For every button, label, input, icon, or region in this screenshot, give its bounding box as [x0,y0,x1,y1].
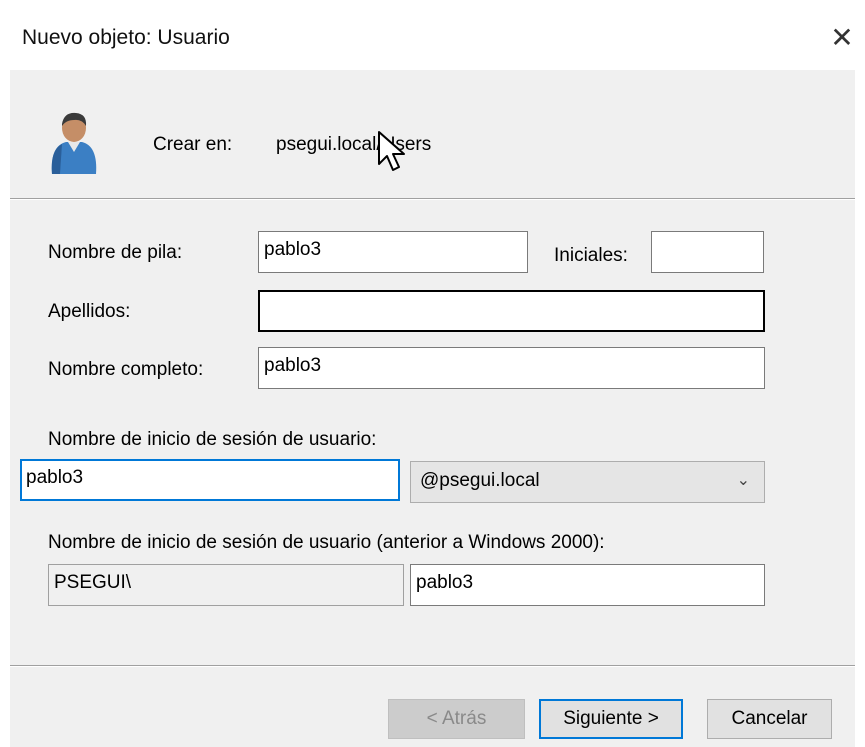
domain-select[interactable]: @psegui.local ⌄ [410,461,765,503]
logon-name-field[interactable]: pablo3 [20,459,400,501]
close-icon[interactable]: ✕ [826,22,858,54]
domain-select-value: @psegui.local [420,470,540,491]
divider [10,198,855,200]
create-in-label: Crear en: [153,134,233,155]
mouse-cursor-icon [378,131,405,171]
pre2000-domain-field: PSEGUI\ [48,564,404,606]
first-name-label: Nombre de pila: [48,242,183,263]
initials-label: Iniciales: [554,245,628,266]
create-in-path: psegui.local/Users [276,134,432,155]
pre2000-label: Nombre de inicio de sesión de usuario (a… [48,532,605,553]
chevron-down-icon: ⌄ [736,472,750,489]
first-name-field[interactable]: pablo3 [258,231,528,273]
title-bar: Nuevo objeto: Usuario ✕ [0,0,865,70]
window-title: Nuevo objeto: Usuario [22,26,230,49]
logon-name-label: Nombre de inicio de sesión de usuario: [48,429,377,450]
pre2000-name-field[interactable]: pablo3 [410,564,765,606]
next-button[interactable]: Siguiente > [539,699,683,739]
cancel-button[interactable]: Cancelar [707,699,832,739]
back-button[interactable]: < Atrás [388,699,525,739]
dialog-body: Crear en: psegui.local/Users Nombre de p… [10,70,855,747]
divider [10,665,855,667]
last-name-field[interactable] [258,290,765,332]
full-name-label: Nombre completo: [48,359,204,380]
last-name-label: Apellidos: [48,301,131,322]
user-icon [51,112,97,174]
initials-field[interactable] [651,231,764,273]
full-name-field[interactable]: pablo3 [258,347,765,389]
